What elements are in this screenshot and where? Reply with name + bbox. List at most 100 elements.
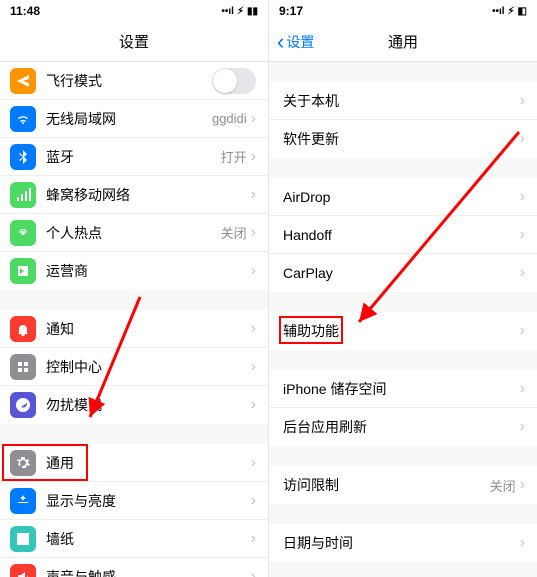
chevron-right-icon: ›	[520, 477, 525, 493]
chevron-right-icon: ›	[520, 131, 525, 147]
status-bar: 9:17 ••ıl⚡︎◧	[269, 0, 537, 22]
settings-row[interactable]: 显示与亮度›	[0, 482, 268, 520]
row-label: 显示与亮度	[46, 491, 251, 511]
settings-row[interactable]: 辅助功能›	[269, 312, 537, 350]
settings-row[interactable]: 个人热点关闭›	[0, 214, 268, 252]
settings-section: 日期与时间›	[269, 524, 537, 562]
carrier-icon	[10, 258, 36, 284]
wifi-icon	[10, 106, 36, 132]
chevron-right-icon: ›	[251, 455, 256, 471]
settings-section: AirDrop›Handoff›CarPlay›	[269, 178, 537, 292]
back-button[interactable]: 设置	[269, 31, 314, 53]
row-label: 控制中心	[46, 357, 251, 377]
status-icons: ••ıl⚡︎◧	[492, 6, 527, 17]
left-phone: 11:48 ••ıl⚡︎▮▮ 设置 飞行模式无线局域网ggdidi›蓝牙打开›蜂…	[0, 0, 268, 577]
sounds-icon	[10, 564, 36, 577]
row-value: 打开	[221, 147, 247, 166]
general-scroll[interactable]: 关于本机›软件更新›AirDrop›Handoff›CarPlay›辅助功能›i…	[269, 62, 537, 577]
settings-row[interactable]: 飞行模式	[0, 62, 268, 100]
settings-row[interactable]: 声音与触感›	[0, 558, 268, 577]
row-value: 关闭	[221, 223, 247, 242]
settings-row[interactable]: 软件更新›	[269, 120, 537, 158]
cellular-icon	[10, 182, 36, 208]
row-label: 辅助功能	[283, 321, 520, 341]
airplane-icon	[10, 68, 36, 94]
chevron-right-icon: ›	[520, 227, 525, 243]
row-label: 声音与触感	[46, 567, 251, 577]
settings-row[interactable]: 蓝牙打开›	[0, 138, 268, 176]
settings-row[interactable]: 墙纸›	[0, 520, 268, 558]
settings-section: iPhone 储存空间›后台应用刷新›	[269, 370, 537, 446]
toggle-switch[interactable]	[212, 68, 256, 94]
chevron-right-icon: ›	[251, 359, 256, 375]
chevron-right-icon: ›	[251, 263, 256, 279]
nav-bar: 设置	[0, 22, 268, 62]
chevron-right-icon: ›	[520, 189, 525, 205]
chevron-right-icon: ›	[251, 225, 256, 241]
chevron-right-icon: ›	[251, 531, 256, 547]
row-label: Handoff	[283, 227, 520, 243]
row-label: 蓝牙	[46, 147, 221, 167]
row-value: 关闭	[490, 476, 516, 495]
chevron-right-icon: ›	[520, 381, 525, 397]
settings-scroll[interactable]: 飞行模式无线局域网ggdidi›蓝牙打开›蜂窝移动网络›个人热点关闭›运营商›通…	[0, 62, 268, 577]
hotspot-icon	[10, 220, 36, 246]
settings-row[interactable]: AirDrop›	[269, 178, 537, 216]
row-label: 后台应用刷新	[283, 417, 520, 437]
chevron-right-icon: ›	[251, 397, 256, 413]
settings-row[interactable]: 日期与时间›	[269, 524, 537, 562]
settings-row[interactable]: 蜂窝移动网络›	[0, 176, 268, 214]
row-label: iPhone 储存空间	[283, 379, 520, 399]
chevron-right-icon: ›	[251, 493, 256, 509]
row-label: 运营商	[46, 261, 251, 281]
status-time: 9:17	[279, 4, 303, 18]
chevron-right-icon: ›	[251, 149, 256, 165]
settings-row[interactable]: 勿扰模式›	[0, 386, 268, 424]
row-label: 软件更新	[283, 129, 520, 149]
general-icon	[10, 450, 36, 476]
chevron-right-icon: ›	[520, 265, 525, 281]
settings-row[interactable]: 无线局域网ggdidi ›	[0, 100, 268, 138]
chevron-right-icon: ›	[520, 535, 525, 551]
settings-row[interactable]: 控制中心›	[0, 348, 268, 386]
settings-section: 通用›显示与亮度›墙纸›声音与触感›Siri 与搜索›	[0, 444, 268, 577]
dnd-icon	[10, 392, 36, 418]
status-icons: ••ıl⚡︎▮▮	[221, 6, 258, 17]
row-value: ggdidi	[212, 111, 247, 126]
chevron-right-icon: ›	[251, 321, 256, 337]
settings-row[interactable]: 通知›	[0, 310, 268, 348]
row-label: CarPlay	[283, 265, 520, 281]
row-label: 墙纸	[46, 529, 251, 549]
settings-row[interactable]: 访问限制关闭›	[269, 466, 537, 504]
row-label: 通用	[46, 453, 251, 473]
row-label: 蜂窝移动网络	[46, 185, 251, 205]
row-label: 飞行模式	[46, 71, 212, 91]
settings-row[interactable]: 通用›	[0, 444, 268, 482]
row-label: 勿扰模式	[46, 395, 251, 415]
settings-row[interactable]: 关于本机›	[269, 82, 537, 120]
bluetooth-icon	[10, 144, 36, 170]
wallpaper-icon	[10, 526, 36, 552]
row-label: 通知	[46, 319, 251, 339]
row-label: 日期与时间	[283, 533, 520, 553]
settings-section: 通知›控制中心›勿扰模式›	[0, 310, 268, 424]
display-icon	[10, 488, 36, 514]
status-bar: 11:48 ••ıl⚡︎▮▮	[0, 0, 268, 22]
row-label: 个人热点	[46, 223, 221, 243]
settings-row[interactable]: 后台应用刷新›	[269, 408, 537, 446]
row-label: 无线局域网	[46, 109, 212, 129]
notifications-icon	[10, 316, 36, 342]
settings-section: 飞行模式无线局域网ggdidi›蓝牙打开›蜂窝移动网络›个人热点关闭›运营商›	[0, 62, 268, 290]
chevron-right-icon: ›	[251, 111, 256, 127]
row-label: 访问限制	[283, 475, 490, 495]
row-label: 关于本机	[283, 91, 520, 111]
settings-row[interactable]: 运营商›	[0, 252, 268, 290]
row-label: AirDrop	[283, 189, 520, 205]
status-time: 11:48	[10, 4, 40, 18]
control-center-icon	[10, 354, 36, 380]
settings-section: 访问限制关闭›	[269, 466, 537, 504]
settings-row[interactable]: CarPlay›	[269, 254, 537, 292]
settings-row[interactable]: iPhone 储存空间›	[269, 370, 537, 408]
settings-section: 辅助功能›	[269, 312, 537, 350]
settings-row[interactable]: Handoff›	[269, 216, 537, 254]
